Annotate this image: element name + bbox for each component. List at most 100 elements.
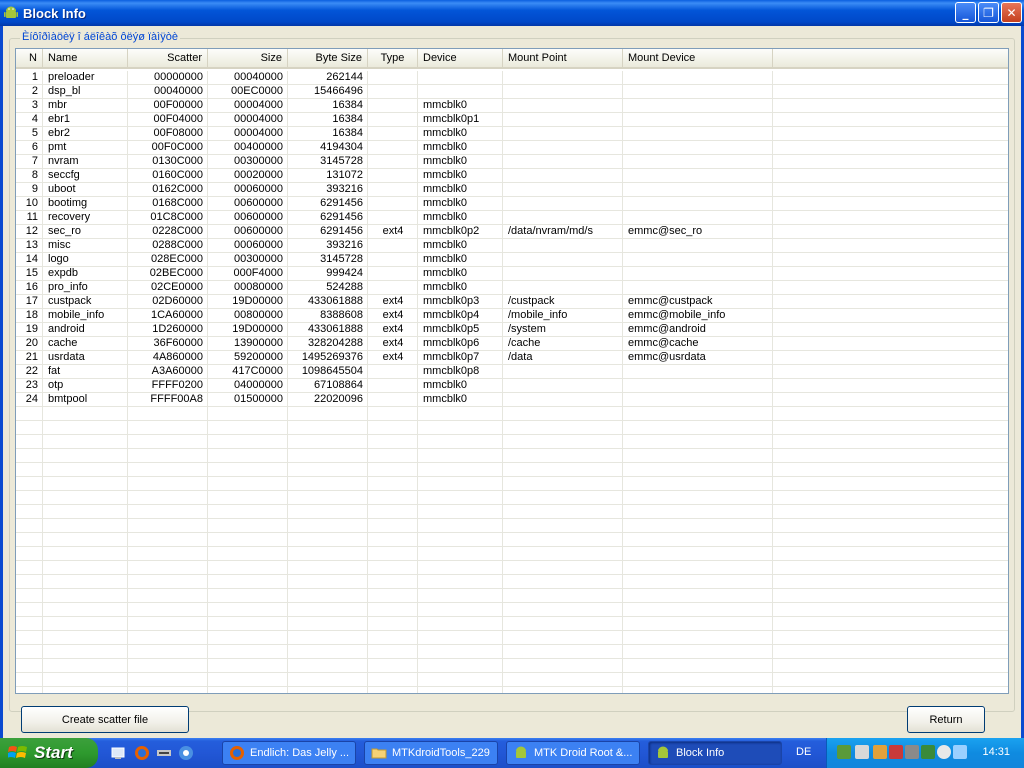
- cell-n: 8: [31, 169, 38, 181]
- taskbar-button[interactable]: Block Info: [648, 741, 782, 765]
- monitor-tray-icon[interactable]: [855, 745, 869, 759]
- return-button[interactable]: Return: [907, 706, 985, 733]
- volume-tray-icon[interactable]: [905, 745, 919, 759]
- table-row[interactable]: 15 expdb 02BEC000 000F4000 999424 mmcblk0: [16, 267, 1008, 281]
- table-row[interactable]: 11 recovery 01C8C000 00600000 6291456 mmcblk0: [16, 211, 1008, 225]
- cell-mount: [503, 113, 623, 127]
- cell-device: [418, 85, 503, 99]
- cell-type: [368, 365, 418, 379]
- cell-name: usrdata: [48, 351, 85, 363]
- column-header-scatter[interactable]: Scatter: [128, 49, 208, 67]
- taskbar-button-label: Endlich: Das Jelly ...: [250, 747, 350, 759]
- security-tray-icon[interactable]: [889, 745, 903, 759]
- taskbar-button[interactable]: MTK Droid Root &...: [506, 741, 640, 765]
- list-body[interactable]: 1 preloader 00000000 00040000 262144 2 dsp_bl 0…: [16, 71, 1008, 693]
- table-row[interactable]: 18 mobile_info 1CA60000 00800000 8388608 ext4…: [16, 309, 1008, 323]
- cell-mount: /data/nvram/md/s: [508, 225, 593, 237]
- cell-size: 00300000: [234, 155, 283, 167]
- table-row[interactable]: 2 dsp_bl 00040000 00EC0000 15466496: [16, 85, 1008, 99]
- cell-name: recovery: [48, 211, 91, 223]
- cell-mount: [503, 71, 623, 85]
- wifi-tray-icon[interactable]: [953, 745, 967, 759]
- cell-size: 00300000: [234, 253, 283, 265]
- taskbar-button[interactable]: Endlich: Das Jelly ...: [222, 741, 356, 765]
- android-tray-icon[interactable]: [837, 745, 851, 759]
- column-header-name[interactable]: Name: [43, 49, 128, 67]
- column-gridline: [42, 71, 43, 693]
- column-header-n[interactable]: N: [16, 49, 43, 67]
- table-row[interactable]: 13 misc 0288C000 00060000 393216 mmcblk0: [16, 239, 1008, 253]
- search-tray-icon[interactable]: [937, 745, 951, 759]
- cell-scatter: 4A860000: [152, 351, 203, 363]
- cell-type: ext4: [382, 337, 404, 349]
- column-header-bytes[interactable]: Byte Size: [288, 49, 368, 67]
- table-row[interactable]: 5 ebr2 00F08000 00004000 16384 mmcblk0: [16, 127, 1008, 141]
- cell-bytes: 4194304: [320, 141, 363, 153]
- cell-scatter: 0162C000: [152, 183, 203, 195]
- cell-mdev: emmc@custpack: [628, 295, 713, 307]
- minimize-button[interactable]: _: [955, 2, 976, 23]
- cell-name: pro_info: [48, 281, 88, 293]
- cell-bytes: 67108864: [314, 379, 363, 391]
- table-row[interactable]: 6 pmt 00F0C000 00400000 4194304 mmcblk0: [16, 141, 1008, 155]
- column-header-size[interactable]: Size: [208, 49, 288, 67]
- title-bar[interactable]: Block Info _ ❐ ✕: [0, 0, 1024, 26]
- table-row[interactable]: 14 logo 028EC000 00300000 3145728 mmcblk0: [16, 253, 1008, 267]
- column-header-mount[interactable]: Mount Point: [503, 49, 623, 67]
- browser-icon[interactable]: [178, 745, 194, 761]
- taskbar-button[interactable]: MTKdroidTools_229: [364, 741, 498, 765]
- cell-device: [418, 71, 503, 85]
- cell-mdev: [623, 239, 773, 253]
- cell-mount: /system: [508, 323, 546, 335]
- network-icon[interactable]: [156, 745, 172, 761]
- table-row[interactable]: 10 bootimg 0168C000 00600000 6291456 mmcblk0: [16, 197, 1008, 211]
- cell-type: [368, 267, 418, 281]
- table-row[interactable]: 24 bmtpool FFFF00A8 01500000 22020096 mmcblk0: [16, 393, 1008, 407]
- block-list[interactable]: N Name Scatter Size Byte Size Type Device Mount…: [15, 48, 1009, 694]
- table-row[interactable]: 3 mbr 00F00000 00004000 16384 mmcblk0: [16, 99, 1008, 113]
- cell-name: android: [48, 323, 85, 335]
- app-tray-icon[interactable]: [873, 745, 887, 759]
- cell-mount: [503, 253, 623, 267]
- clock: 14:31: [982, 746, 1010, 758]
- cell-device: mmcblk0p1: [423, 113, 480, 125]
- taskbar: Start Endlich: Das Jelly ... MTKdroidTool…: [0, 738, 1024, 768]
- table-row[interactable]: 20 cache 36F60000 13900000 328204288 ext4 mmcb…: [16, 337, 1008, 351]
- table-row[interactable]: 8 seccfg 0160C000 00020000 131072 mmcblk0: [16, 169, 1008, 183]
- start-button[interactable]: Start: [0, 738, 98, 768]
- language-indicator[interactable]: DE: [796, 746, 811, 758]
- cell-type: [368, 253, 418, 267]
- firefox-icon[interactable]: [134, 745, 150, 761]
- show-desktop-icon[interactable]: [110, 745, 126, 761]
- cell-type: [368, 71, 418, 85]
- cell-device: mmcblk0: [423, 267, 468, 279]
- table-row[interactable]: 23 otp FFFF0200 04000000 67108864 mmcblk0: [16, 379, 1008, 393]
- close-button[interactable]: ✕: [1001, 2, 1022, 23]
- table-row[interactable]: 16 pro_info 02CE0000 00080000 524288 mmcblk0: [16, 281, 1008, 295]
- table-row[interactable]: 19 android 1D260000 19D00000 433061888 ext4 mm…: [16, 323, 1008, 337]
- table-row[interactable]: 22 fat A3A60000 417C0000 1098645504 mmcblk0p8: [16, 365, 1008, 379]
- table-row[interactable]: 12 sec_ro 0228C000 00600000 6291456 ext4 mmcbl…: [16, 225, 1008, 239]
- table-row[interactable]: 21 usrdata 4A860000 59200000 1495269376 ext4 m…: [16, 351, 1008, 365]
- column-header-mdev[interactable]: Mount Device: [623, 49, 773, 67]
- column-header-type[interactable]: Type: [368, 49, 418, 67]
- column-header-device[interactable]: Device: [418, 49, 503, 67]
- cell-scatter: 0228C000: [152, 225, 203, 237]
- maximize-button[interactable]: ❐: [978, 2, 999, 23]
- cell-type: [368, 169, 418, 183]
- cell-name: preloader: [48, 71, 95, 83]
- cell-bytes: 22020096: [314, 393, 363, 405]
- cell-mount: [503, 169, 623, 183]
- cell-type: [368, 85, 418, 99]
- cell-type: [368, 113, 418, 127]
- table-row[interactable]: 7 nvram 0130C000 00300000 3145728 mmcblk0: [16, 155, 1008, 169]
- create-scatter-button[interactable]: Create scatter file: [21, 706, 189, 733]
- cell-n: 18: [25, 309, 38, 321]
- cell-size: 00EC0000: [231, 85, 283, 97]
- table-row[interactable]: 4 ebr1 00F04000 00004000 16384 mmcblk0p1: [16, 113, 1008, 127]
- cell-bytes: 524288: [326, 281, 363, 293]
- table-row[interactable]: 17 custpack 02D60000 19D00000 433061888 ext4 m…: [16, 295, 1008, 309]
- table-row[interactable]: 9 uboot 0162C000 00060000 393216 mmcblk0: [16, 183, 1008, 197]
- network-tray-icon[interactable]: [921, 745, 935, 759]
- table-row[interactable]: 1 preloader 00000000 00040000 262144: [16, 71, 1008, 85]
